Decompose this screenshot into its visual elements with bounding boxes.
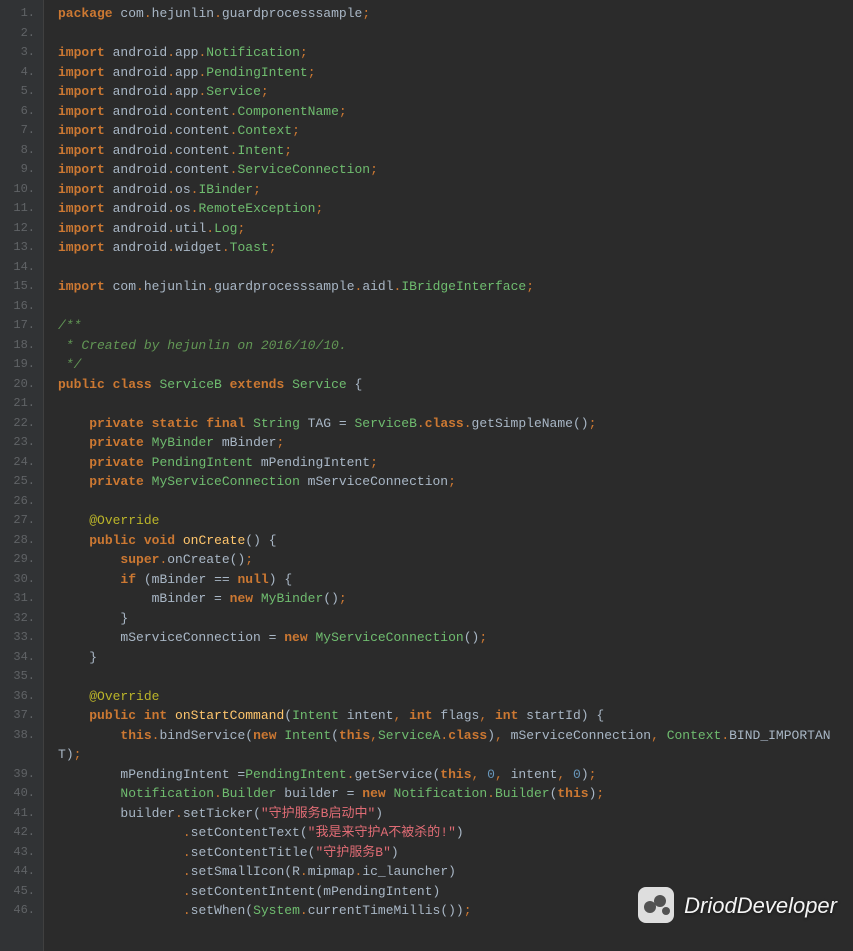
code-line[interactable] <box>58 667 853 687</box>
line-number: 12. <box>4 219 35 239</box>
line-number: 16. <box>4 297 35 317</box>
line-number: 36. <box>4 687 35 707</box>
code-line[interactable]: package com.hejunlin.guardprocesssample; <box>58 4 853 24</box>
code-line[interactable]: */ <box>58 355 853 375</box>
code-line[interactable]: if (mBinder == null) { <box>58 570 853 590</box>
line-number: 27. <box>4 511 35 531</box>
code-line[interactable]: import android.app.PendingIntent; <box>58 63 853 83</box>
line-number: 31. <box>4 589 35 609</box>
line-number: 17. <box>4 316 35 336</box>
line-number: 26. <box>4 492 35 512</box>
line-number: 7. <box>4 121 35 141</box>
code-line[interactable]: } <box>58 609 853 629</box>
code-line[interactable]: } <box>58 648 853 668</box>
line-number: 37. <box>4 706 35 726</box>
line-number: 18. <box>4 336 35 356</box>
code-line[interactable]: .setContentText("我是来守护A不被杀的!") <box>58 823 853 843</box>
line-number: 46. <box>4 901 35 921</box>
code-line[interactable]: public void onCreate() { <box>58 531 853 551</box>
line-number: 28. <box>4 531 35 551</box>
code-line[interactable]: T); <box>58 745 853 765</box>
line-number: 6. <box>4 102 35 122</box>
line-number: 29. <box>4 550 35 570</box>
line-number: 33. <box>4 628 35 648</box>
line-number: 32. <box>4 609 35 629</box>
code-line[interactable] <box>58 297 853 317</box>
code-line[interactable]: mServiceConnection = new MyServiceConnec… <box>58 628 853 648</box>
code-line[interactable]: import android.widget.Toast; <box>58 238 853 258</box>
code-line[interactable]: mBinder = new MyBinder(); <box>58 589 853 609</box>
line-number: 41. <box>4 804 35 824</box>
code-line[interactable]: private MyServiceConnection mServiceConn… <box>58 472 853 492</box>
line-number: 39. <box>4 765 35 785</box>
line-number: 35. <box>4 667 35 687</box>
line-number: 23. <box>4 433 35 453</box>
line-number: 42. <box>4 823 35 843</box>
line-number: 11. <box>4 199 35 219</box>
code-line[interactable]: private static final String TAG = Servic… <box>58 414 853 434</box>
code-line[interactable]: public int onStartCommand(Intent intent,… <box>58 706 853 726</box>
watermark: DriodDeveloper <box>638 887 837 923</box>
line-number: 14. <box>4 258 35 278</box>
code-line[interactable]: import android.os.IBinder; <box>58 180 853 200</box>
line-number: 24. <box>4 453 35 473</box>
code-line[interactable]: builder.setTicker("守护服务B启动中") <box>58 804 853 824</box>
code-editor[interactable]: 1.2.3.4.5.6.7.8.9.10.11.12.13.14.15.16.1… <box>0 0 853 951</box>
code-line[interactable]: import android.util.Log; <box>58 219 853 239</box>
code-line[interactable]: super.onCreate(); <box>58 550 853 570</box>
line-number: 20. <box>4 375 35 395</box>
code-line[interactable]: import com.hejunlin.guardprocesssample.a… <box>58 277 853 297</box>
line-number: 44. <box>4 862 35 882</box>
code-line[interactable]: import android.content.Intent; <box>58 141 853 161</box>
code-line[interactable]: mPendingIntent =PendingIntent.getService… <box>58 765 853 785</box>
line-number: 4. <box>4 63 35 83</box>
code-line[interactable] <box>58 492 853 512</box>
line-number-gutter: 1.2.3.4.5.6.7.8.9.10.11.12.13.14.15.16.1… <box>0 0 44 951</box>
line-number: 19. <box>4 355 35 375</box>
line-number: 15. <box>4 277 35 297</box>
code-line[interactable]: this.bindService(new Intent(this,Service… <box>58 726 853 746</box>
line-number: 5. <box>4 82 35 102</box>
code-line[interactable]: private MyBinder mBinder; <box>58 433 853 453</box>
code-line[interactable]: @Override <box>58 687 853 707</box>
code-area[interactable]: package com.hejunlin.guardprocesssample;… <box>44 0 853 951</box>
code-line[interactable]: import android.content.ComponentName; <box>58 102 853 122</box>
line-number: 3. <box>4 43 35 63</box>
code-line[interactable] <box>58 394 853 414</box>
line-number: 38. <box>4 726 35 746</box>
code-line[interactable]: /** <box>58 316 853 336</box>
code-line[interactable]: .setContentTitle("守护服务B") <box>58 843 853 863</box>
line-number: 8. <box>4 141 35 161</box>
line-number: 2. <box>4 24 35 44</box>
line-number: 22. <box>4 414 35 434</box>
line-number: 1. <box>4 4 35 24</box>
line-number: 9. <box>4 160 35 180</box>
code-line[interactable]: import android.content.Context; <box>58 121 853 141</box>
watermark-text: DriodDeveloper <box>684 889 837 922</box>
code-line[interactable]: private PendingIntent mPendingIntent; <box>58 453 853 473</box>
code-line[interactable]: public class ServiceB extends Service { <box>58 375 853 395</box>
line-number: 21. <box>4 394 35 414</box>
code-line[interactable]: import android.app.Service; <box>58 82 853 102</box>
code-line[interactable]: import android.os.RemoteException; <box>58 199 853 219</box>
line-number: 34. <box>4 648 35 668</box>
wechat-icon <box>638 887 674 923</box>
line-number: 13. <box>4 238 35 258</box>
line-number: 40. <box>4 784 35 804</box>
code-line[interactable]: @Override <box>58 511 853 531</box>
line-number: 10. <box>4 180 35 200</box>
code-line[interactable]: Notification.Builder builder = new Notif… <box>58 784 853 804</box>
code-line[interactable]: * Created by hejunlin on 2016/10/10. <box>58 336 853 356</box>
code-line[interactable]: .setSmallIcon(R.mipmap.ic_launcher) <box>58 862 853 882</box>
line-number <box>4 745 35 765</box>
line-number: 45. <box>4 882 35 902</box>
code-line[interactable]: import android.app.Notification; <box>58 43 853 63</box>
code-line[interactable] <box>58 258 853 278</box>
line-number: 25. <box>4 472 35 492</box>
line-number: 43. <box>4 843 35 863</box>
line-number: 30. <box>4 570 35 590</box>
code-line[interactable]: import android.content.ServiceConnection… <box>58 160 853 180</box>
code-line[interactable] <box>58 24 853 44</box>
